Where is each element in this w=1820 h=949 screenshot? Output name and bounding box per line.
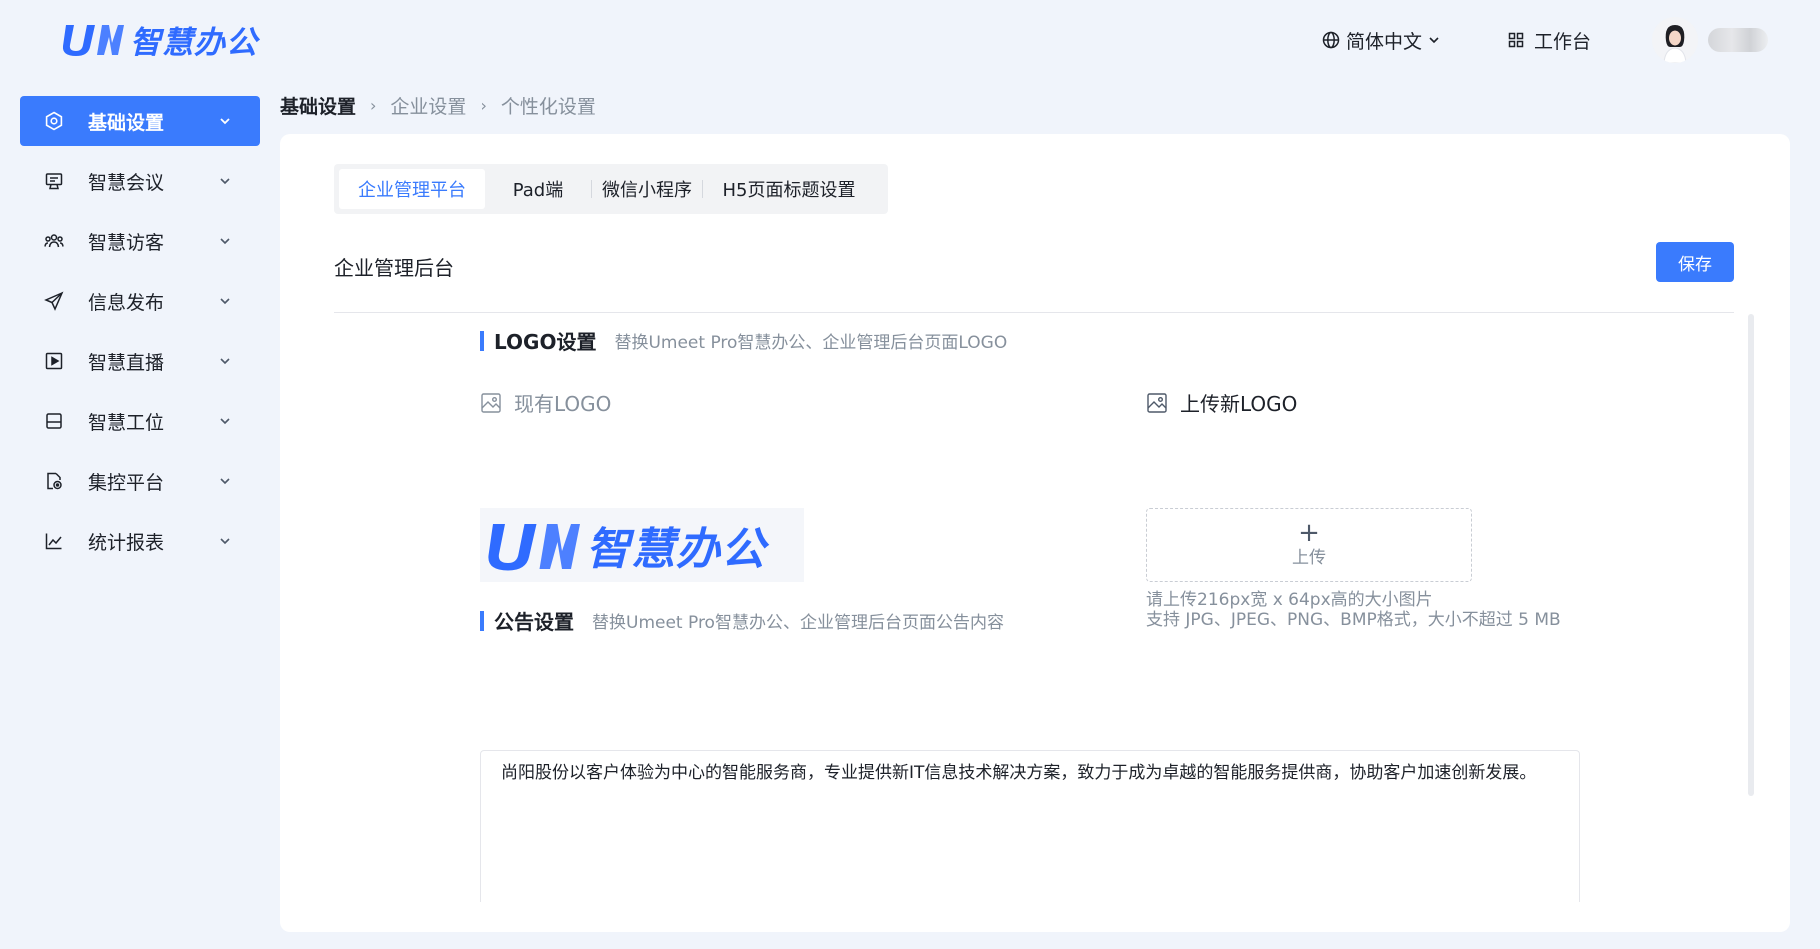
settings-icon xyxy=(44,111,64,131)
breadcrumb: 基础设置 › 企业设置 › 个性化设置 xyxy=(280,92,596,118)
sidebar-item-statistics[interactable]: 统计报表 xyxy=(20,516,260,566)
scrollbar[interactable] xyxy=(1748,314,1754,796)
notice-content-textarea[interactable]: 尚阳股份以客户体验为中心的智能服务商，专业提供新IT信息技术解决方案，致力于成为… xyxy=(480,750,1580,902)
plus-icon: + xyxy=(1298,517,1320,548)
sidebar-item-basic-settings[interactable]: 基础设置 xyxy=(20,96,260,146)
image-icon xyxy=(1146,392,1168,414)
upload-logo-label: 上传新LOGO xyxy=(1146,388,1297,417)
workbench-link[interactable]: 工作台 xyxy=(1508,26,1591,54)
breadcrumb-item[interactable]: 基础设置 xyxy=(280,92,356,119)
chevron-down-icon xyxy=(220,478,230,485)
logo-settings-header: LOGO设置 替换Umeet Pro智慧办公、企业管理后台页面LOGO xyxy=(480,326,1007,355)
globe-icon xyxy=(1322,31,1340,49)
logo-settings-title: LOGO设置 xyxy=(494,330,597,354)
sidebar-item-smart-workstation[interactable]: 智慧工位 xyxy=(20,396,260,446)
chevron-right-icon: › xyxy=(480,95,487,115)
chevron-down-icon xyxy=(220,298,230,305)
current-logo-label: 现有LOGO xyxy=(480,388,611,417)
section-title: 企业管理后台 xyxy=(334,256,454,280)
section-accent-bar xyxy=(480,330,484,351)
top-header: 智慧办公 简体中文 工作台 xyxy=(0,0,1820,78)
upload-button-label: 上传 xyxy=(1292,547,1326,568)
section-accent-bar xyxy=(480,610,484,631)
send-icon xyxy=(44,291,64,311)
logo-settings-description: 替换Umeet Pro智慧办公、企业管理后台页面LOGO xyxy=(614,333,1008,353)
sidebar-item-label: 信息发布 xyxy=(88,291,165,314)
sidebar-item-label: 集控平台 xyxy=(88,471,165,494)
brand-logo[interactable]: 智慧办公 xyxy=(60,20,258,61)
chevron-down-icon xyxy=(220,538,230,545)
logo-upload-box[interactable]: + 上传 xyxy=(1146,508,1472,582)
tab-pad[interactable]: Pad端 xyxy=(485,169,591,209)
brand-text: 智慧办公 xyxy=(130,24,258,61)
image-icon xyxy=(480,392,502,414)
brand-text: 智慧办公 xyxy=(586,524,766,575)
avatar[interactable] xyxy=(1652,17,1698,63)
meeting-icon xyxy=(44,171,64,191)
brand-mark-icon xyxy=(488,524,580,571)
language-selector[interactable]: 简体中文 xyxy=(1322,26,1440,54)
tab-wechat-mini-program[interactable]: 微信小程序 xyxy=(592,169,702,209)
breadcrumb-item[interactable]: 企业设置 xyxy=(390,92,466,119)
chart-icon xyxy=(44,531,64,551)
sidebar: 基础设置 智慧会议 智慧访客 信息发布 智慧直播 智慧工位 集控平台 统计报表 xyxy=(20,96,260,576)
divider xyxy=(334,312,1734,313)
current-logo-preview: 智慧办公 xyxy=(480,508,804,582)
chevron-down-icon xyxy=(220,358,230,365)
settings-card: 企业管理平台 Pad端 微信小程序 H5页面标题设置 企业管理后台 保存 LOG… xyxy=(280,134,1790,932)
tab-h5-title-settings[interactable]: H5页面标题设置 xyxy=(703,169,875,209)
notice-settings-description: 替换Umeet Pro智慧办公、企业管理后台页面公告内容 xyxy=(592,613,1004,633)
sidebar-item-smart-visitor[interactable]: 智慧访客 xyxy=(20,216,260,266)
user-avatar-icon xyxy=(1652,17,1698,63)
breadcrumb-item-current: 个性化设置 xyxy=(500,95,596,118)
sidebar-item-info-publish[interactable]: 信息发布 xyxy=(20,276,260,326)
chevron-down-icon xyxy=(220,238,230,245)
chevron-down-icon xyxy=(220,418,230,425)
user-name-blurred[interactable] xyxy=(1708,28,1768,52)
sidebar-item-label: 智慧直播 xyxy=(88,351,165,374)
tab-enterprise-platform[interactable]: 企业管理平台 xyxy=(339,169,485,209)
upload-hint: 请上传216px宽 x 64px高的大小图片 支持 JPG、JPEG、PNG、B… xyxy=(1146,590,1561,630)
save-button[interactable]: 保存 xyxy=(1656,242,1734,282)
language-label: 简体中文 xyxy=(1346,30,1423,53)
sidebar-item-label: 智慧工位 xyxy=(88,411,165,434)
chevron-down-icon xyxy=(220,178,230,185)
control-icon xyxy=(44,471,64,491)
current-logo-text: 现有LOGO xyxy=(514,392,612,416)
visitor-icon xyxy=(44,231,64,251)
chevron-right-icon: › xyxy=(370,95,377,115)
workbench-label: 工作台 xyxy=(1534,30,1592,53)
brand-mark-icon xyxy=(62,25,124,56)
sidebar-item-label: 智慧会议 xyxy=(88,171,165,194)
chevron-down-icon xyxy=(1429,37,1439,44)
notice-settings-title: 公告设置 xyxy=(494,610,574,634)
sidebar-item-smart-meeting[interactable]: 智慧会议 xyxy=(20,156,260,206)
workstation-icon xyxy=(44,411,64,431)
play-icon xyxy=(44,351,64,371)
sidebar-item-label: 基础设置 xyxy=(88,111,165,134)
chevron-down-icon xyxy=(220,118,230,125)
upload-hint-format: 支持 JPG、JPEG、PNG、BMP格式，大小不超过 5 MB xyxy=(1146,610,1561,630)
sidebar-item-label: 智慧访客 xyxy=(88,231,165,254)
notice-settings-header: 公告设置 替换Umeet Pro智慧办公、企业管理后台页面公告内容 xyxy=(480,606,1004,635)
sidebar-item-control-platform[interactable]: 集控平台 xyxy=(20,456,260,506)
sidebar-item-label: 统计报表 xyxy=(88,531,165,554)
upload-logo-text: 上传新LOGO xyxy=(1180,392,1298,416)
sidebar-item-smart-live[interactable]: 智慧直播 xyxy=(20,336,260,386)
tab-bar: 企业管理平台 Pad端 微信小程序 H5页面标题设置 xyxy=(334,164,888,214)
grid-icon xyxy=(1508,32,1524,48)
upload-hint-size: 请上传216px宽 x 64px高的大小图片 xyxy=(1146,590,1433,610)
